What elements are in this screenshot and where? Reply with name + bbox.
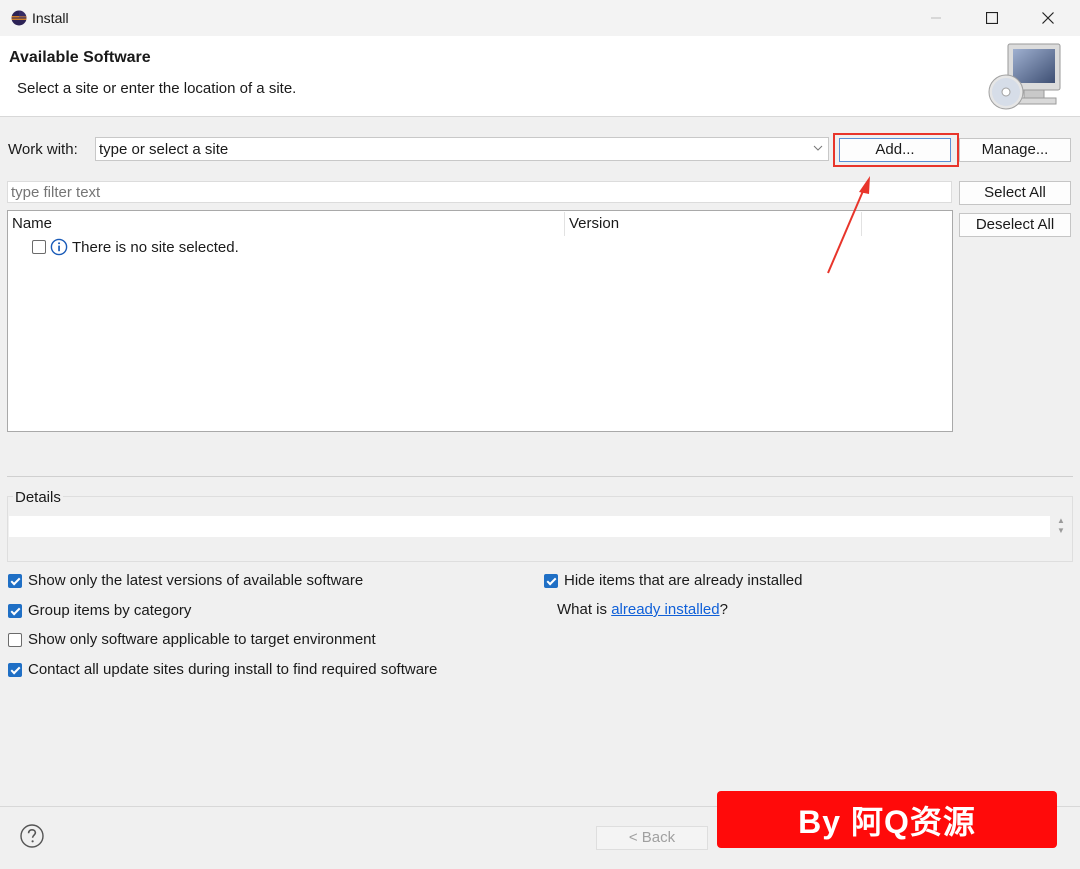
eclipse-icon	[11, 10, 27, 26]
hide-installed-checkbox[interactable]	[544, 573, 558, 588]
hide-installed-label: Hide items that are already installed	[564, 572, 803, 589]
back-button[interactable]: < Back	[596, 826, 708, 850]
software-tree[interactable]: Name Version There is no site selected.	[7, 210, 953, 432]
info-icon	[50, 238, 68, 256]
watermark-banner: By 阿Q资源	[717, 791, 1057, 848]
already-installed-link[interactable]: already installed	[611, 601, 719, 618]
chevron-down-icon[interactable]	[812, 142, 824, 154]
manage-button[interactable]: Manage...	[959, 138, 1071, 162]
applicable-target-label: Show only software applicable to target …	[28, 631, 376, 648]
details-scrollbar[interactable]: ▲ ▼	[1056, 516, 1066, 537]
row-checkbox[interactable]	[32, 240, 46, 254]
what-is-prefix: What is	[557, 601, 612, 618]
maximize-icon	[986, 12, 998, 24]
column-header-name[interactable]: Name	[12, 215, 52, 232]
add-button[interactable]: Add...	[839, 138, 951, 162]
group-by-category-label: Group items by category	[28, 602, 192, 619]
title-bar: Install	[0, 0, 1080, 36]
column-header-version[interactable]: Version	[569, 215, 619, 232]
contact-sites-label: Contact all update sites during install …	[28, 661, 438, 678]
monitor-cd-icon	[988, 43, 1061, 110]
work-with-label: Work with:	[8, 141, 78, 158]
details-text[interactable]	[9, 516, 1050, 537]
what-is-installed-text: What is already installed?	[557, 601, 728, 618]
divider	[7, 476, 1073, 477]
select-all-button[interactable]: Select All	[959, 181, 1071, 205]
close-icon	[1042, 12, 1054, 24]
window-title: Install	[32, 10, 69, 26]
deselect-all-button[interactable]: Deselect All	[959, 213, 1071, 237]
latest-versions-label: Show only the latest versions of availab…	[28, 572, 364, 589]
minimize-button[interactable]	[908, 0, 964, 36]
latest-versions-option[interactable]: Show only the latest versions of availab…	[8, 572, 363, 589]
applicable-target-checkbox[interactable]	[8, 632, 22, 647]
contact-sites-checkbox[interactable]	[8, 662, 22, 677]
filter-input[interactable]	[7, 181, 952, 203]
red-arrow-annotation	[827, 176, 870, 274]
tree-row[interactable]: There is no site selected.	[32, 237, 239, 257]
page-title: Available Software	[9, 49, 151, 66]
applicable-target-option[interactable]: Show only software applicable to target …	[8, 631, 376, 648]
what-is-suffix: ?	[719, 601, 728, 618]
site-combo-value: type or select a site	[99, 141, 229, 158]
latest-versions-checkbox[interactable]	[8, 573, 22, 588]
header-banner: Available Software Select a site or ente…	[0, 36, 1080, 117]
maximize-button[interactable]	[964, 0, 1020, 36]
group-by-category-option[interactable]: Group items by category	[8, 602, 191, 619]
close-button[interactable]	[1020, 0, 1076, 36]
group-by-category-checkbox[interactable]	[8, 603, 22, 618]
help-icon[interactable]	[20, 824, 44, 848]
site-combo[interactable]: type or select a site	[95, 137, 829, 161]
page-subtitle: Select a site or enter the location of a…	[17, 80, 297, 97]
minimize-icon	[931, 17, 941, 19]
column-divider[interactable]	[564, 212, 565, 236]
hide-installed-option[interactable]: Hide items that are already installed	[544, 572, 802, 589]
details-label: Details	[13, 489, 63, 506]
contact-sites-option[interactable]: Contact all update sites during install …	[8, 661, 437, 678]
row-label: There is no site selected.	[72, 238, 239, 256]
